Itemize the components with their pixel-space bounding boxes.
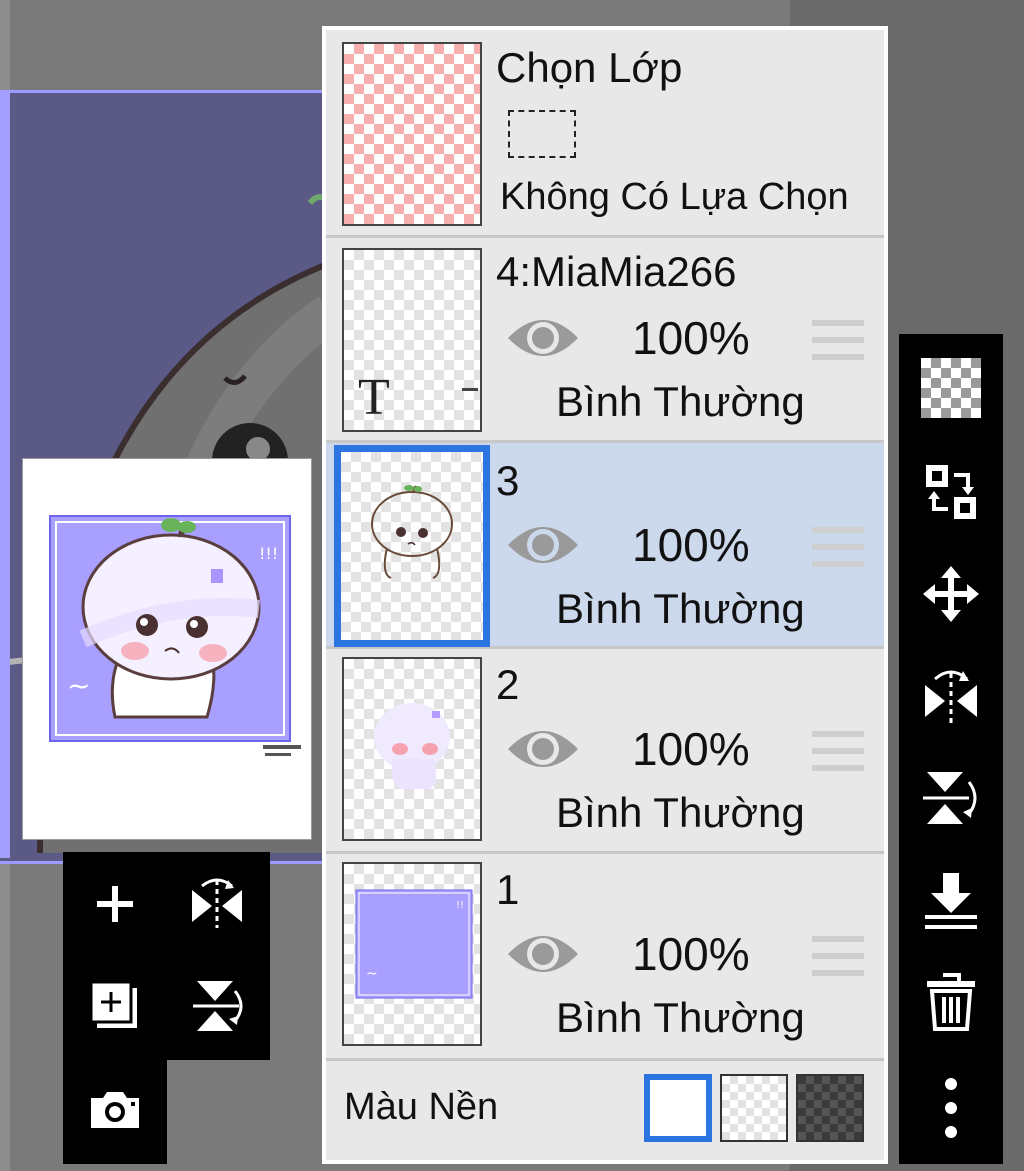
- text-layer-icon: T: [358, 369, 390, 426]
- blend-mode[interactable]: Bình Thường: [556, 992, 805, 1044]
- svg-text:~: ~: [67, 669, 90, 702]
- layer-name[interactable]: 1: [496, 866, 519, 914]
- merge-down-icon[interactable]: [899, 850, 1003, 950]
- layers-panel: Chọn Lớp Không Có Lựa Chọn T 4:MiaMia266…: [322, 26, 888, 1164]
- bg-swatch-transparent[interactable]: [720, 1074, 788, 1142]
- blend-mode[interactable]: Bình Thường: [556, 787, 805, 839]
- blend-mode[interactable]: Bình Thường: [556, 583, 805, 635]
- svg-text:!!!: !!!: [259, 544, 278, 563]
- visibility-eye-icon[interactable]: [506, 928, 580, 980]
- divider: [326, 1058, 884, 1061]
- layer-name[interactable]: 4:MiaMia266: [496, 248, 736, 296]
- more-icon[interactable]: [899, 1058, 1003, 1158]
- visibility-eye-icon[interactable]: [506, 312, 580, 364]
- layer-thumbnail: [342, 657, 482, 841]
- layer-row[interactable]: 3 100% Bình Thường: [326, 443, 884, 649]
- svg-text:~: ~: [366, 966, 378, 982]
- layer-opacity[interactable]: 100%: [632, 721, 750, 777]
- color-thumb-drawing: [374, 703, 450, 789]
- background-color-row: Màu Nền: [326, 1058, 884, 1160]
- left-tool-panel-bottom: [63, 1056, 167, 1164]
- thumb-text-mark: [462, 388, 478, 391]
- bg-swatch-dark[interactable]: [796, 1074, 864, 1142]
- bg-swatch-white[interactable]: [644, 1074, 712, 1142]
- canvas-artwork-edge: [0, 90, 10, 858]
- selection-layer-thumbnail: [342, 42, 482, 226]
- drag-handle-icon[interactable]: [812, 527, 864, 567]
- drag-handle-icon[interactable]: [812, 936, 864, 976]
- visibility-eye-icon[interactable]: [506, 519, 580, 571]
- swap-icon[interactable]: [899, 442, 1003, 542]
- right-toolbar: [899, 334, 1003, 1164]
- selection-status: Không Có Lựa Chọn: [500, 176, 849, 218]
- camera-icon[interactable]: [65, 1060, 165, 1160]
- trash-icon[interactable]: [899, 952, 1003, 1052]
- layer-opacity[interactable]: 100%: [632, 517, 750, 573]
- layers-list: Chọn Lớp Không Có Lựa Chọn T 4:MiaMia266…: [326, 30, 884, 1160]
- preview-drawing: !!! ~: [49, 515, 301, 756]
- layer-name[interactable]: 3: [496, 457, 519, 505]
- svg-text:!!: !!: [456, 900, 464, 911]
- layer-row[interactable]: 2 100% Bình Thường: [326, 649, 884, 854]
- selection-layer-title: Chọn Lớp: [496, 44, 683, 91]
- lineart-thumb-drawing: [371, 485, 453, 579]
- flip-horizontal-icon[interactable]: [899, 646, 1003, 746]
- drag-handle-icon[interactable]: [812, 731, 864, 771]
- flip-horizontal-icon[interactable]: [167, 854, 267, 954]
- background-thumb-drawing: !! ~: [355, 889, 473, 999]
- layer-opacity[interactable]: 100%: [632, 310, 750, 366]
- add-copy-icon[interactable]: [65, 956, 165, 1056]
- visibility-eye-icon[interactable]: [506, 723, 580, 775]
- layer-thumbnail: T: [342, 248, 482, 432]
- layer-row[interactable]: !! ~ 1 100% Bình Thường: [326, 854, 884, 1058]
- layer-thumbnail: !! ~: [342, 862, 482, 1046]
- blend-mode[interactable]: Bình Thường: [556, 376, 805, 428]
- layer-row[interactable]: T 4:MiaMia266 100% Bình Thường: [326, 238, 884, 443]
- drag-handle-icon[interactable]: [812, 320, 864, 360]
- flip-vertical-icon[interactable]: [167, 956, 267, 1056]
- layer-opacity[interactable]: 100%: [632, 926, 750, 982]
- selection-marquee-icon: [508, 110, 576, 158]
- flip-vertical-icon[interactable]: [899, 748, 1003, 848]
- background-color-label: Màu Nền: [344, 1086, 499, 1128]
- left-tool-panel: [63, 852, 270, 1060]
- layer-name[interactable]: 2: [496, 661, 519, 709]
- move-icon[interactable]: [899, 544, 1003, 644]
- selection-layer-row[interactable]: Chọn Lớp Không Có Lựa Chọn: [326, 30, 884, 238]
- add-layer-icon[interactable]: [65, 854, 165, 954]
- layer-thumbnail: [334, 445, 490, 647]
- transparency-icon[interactable]: [899, 338, 1003, 438]
- canvas-preview[interactable]: !!! ~: [22, 458, 312, 840]
